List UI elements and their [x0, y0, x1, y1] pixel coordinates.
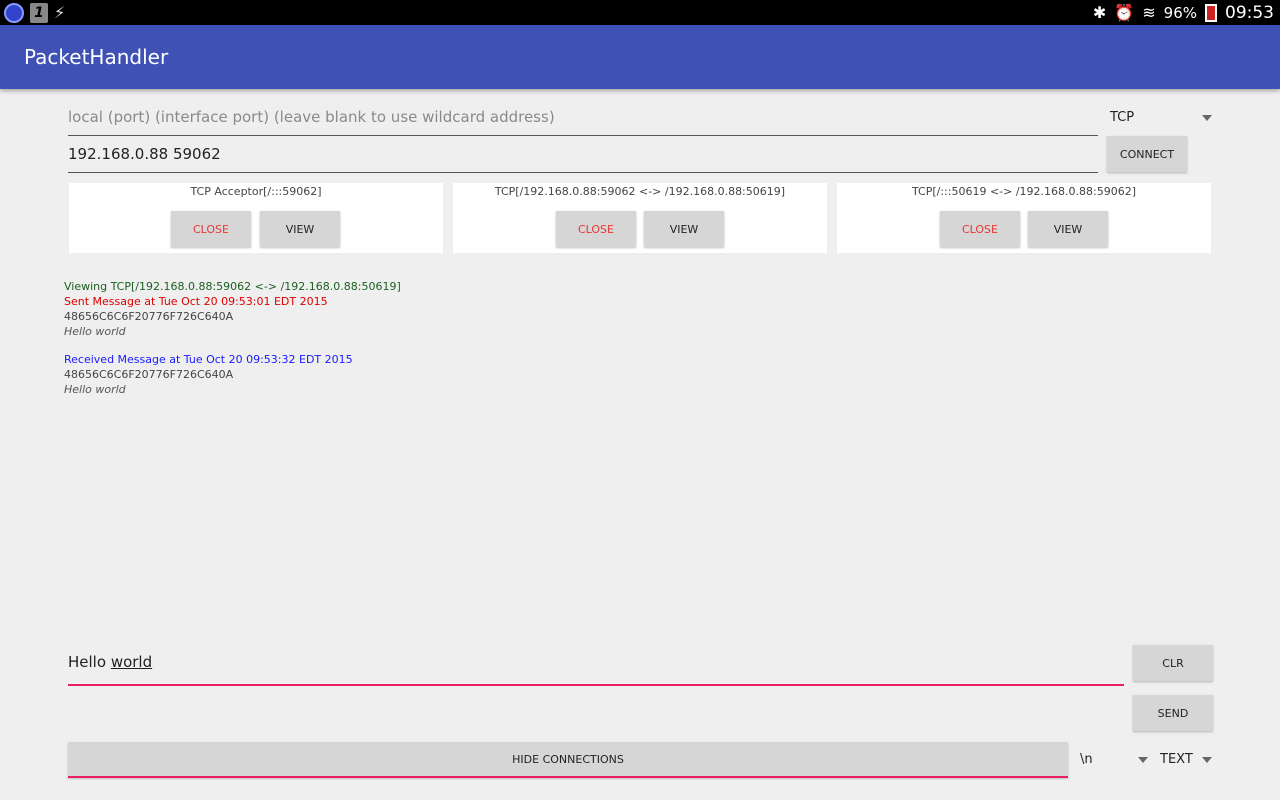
clock: 09:53 [1225, 2, 1274, 23]
message-word: Hello [68, 653, 107, 671]
received-message-header: Received Message at Tue Oct 20 09:53:32 … [64, 353, 353, 366]
received-message-hex: 48656C6C6F20776F726C640A [64, 368, 234, 381]
format-spinner[interactable]: TEXT [1160, 752, 1212, 772]
chevron-down-icon [1202, 115, 1212, 121]
message-log: Viewing TCP[/192.168.0.88:59062 <-> /192… [64, 279, 401, 339]
status-bar: 1 ⚡ ✱ ⏰ ≋ 96% 09:53 [0, 0, 1280, 25]
bluetooth-icon: ✱ [1092, 3, 1107, 22]
send-button[interactable]: SEND [1133, 695, 1213, 731]
remote-address-input[interactable] [68, 145, 1098, 163]
connection-card: TCP[/192.168.0.88:59062 <-> /192.168.0.8… [453, 183, 827, 253]
message-input[interactable]: Hello world [68, 650, 1124, 686]
connection-title: TCP[/:::50619 <-> /192.168.0.88:59062] [911, 185, 1137, 198]
battery-percent: 96% [1163, 3, 1197, 22]
line-ending-spinner[interactable]: \n [1080, 752, 1148, 772]
chevron-down-icon [1138, 757, 1148, 763]
wifi-icon: ≋ [1142, 3, 1156, 22]
battery-icon [1205, 3, 1217, 22]
connection-card: TCP[/:::50619 <-> /192.168.0.88:59062] C… [837, 183, 1211, 253]
line-ending-selected: \n [1080, 752, 1093, 767]
view-connection-button[interactable]: VIEW [1028, 211, 1108, 247]
protocol-spinner[interactable]: TCP [1110, 110, 1212, 130]
close-connection-button[interactable]: CLOSE [940, 211, 1020, 247]
app-title: PacketHandler [24, 45, 169, 69]
app-bar: PacketHandler [0, 25, 1280, 89]
connection-card: TCP Acceptor[/:::59062] CLOSE VIEW [69, 183, 443, 253]
one-icon: 1 [30, 2, 48, 23]
received-message-text: Hello world [64, 383, 126, 396]
local-port-field[interactable] [68, 108, 1098, 136]
connection-title: TCP Acceptor[/:::59062] [190, 185, 322, 198]
protocol-selected: TCP [1110, 110, 1135, 125]
hide-connections-button[interactable]: HIDE CONNECTIONS [68, 742, 1068, 778]
local-port-input[interactable] [68, 108, 1098, 126]
status-system: ✱ ⏰ ≋ 96% 09:53 [1093, 0, 1274, 25]
connection-title: TCP[/192.168.0.88:59062 <-> /192.168.0.8… [494, 185, 786, 198]
format-selected: TEXT [1160, 752, 1193, 767]
view-connection-button[interactable]: VIEW [644, 211, 724, 247]
message-text[interactable]: Hello world [68, 653, 152, 671]
app-badge-icon [4, 2, 24, 23]
viewing-label: Viewing TCP[/192.168.0.88:59062 <-> /192… [64, 280, 401, 293]
message-word-underlined: world [110, 653, 153, 671]
sent-message-header: Sent Message at Tue Oct 20 09:53:01 EDT … [64, 295, 328, 308]
remote-address-field[interactable] [68, 145, 1098, 173]
close-connection-button[interactable]: CLOSE [556, 211, 636, 247]
alarm-icon: ⏰ [1114, 3, 1135, 22]
chevron-down-icon [1202, 757, 1212, 763]
status-notifications: 1 ⚡ [4, 2, 65, 23]
sent-message-text: Hello world [64, 325, 126, 338]
view-connection-button[interactable]: VIEW [260, 211, 340, 247]
connect-button[interactable]: CONNECT [1107, 136, 1187, 172]
sent-message-hex: 48656C6C6F20776F726C640A [64, 310, 234, 323]
close-connection-button[interactable]: CLOSE [171, 211, 251, 247]
clear-button[interactable]: CLR [1133, 645, 1213, 681]
bolt-icon: ⚡ [54, 2, 66, 22]
received-log: Received Message at Tue Oct 20 09:53:32 … [64, 352, 353, 397]
